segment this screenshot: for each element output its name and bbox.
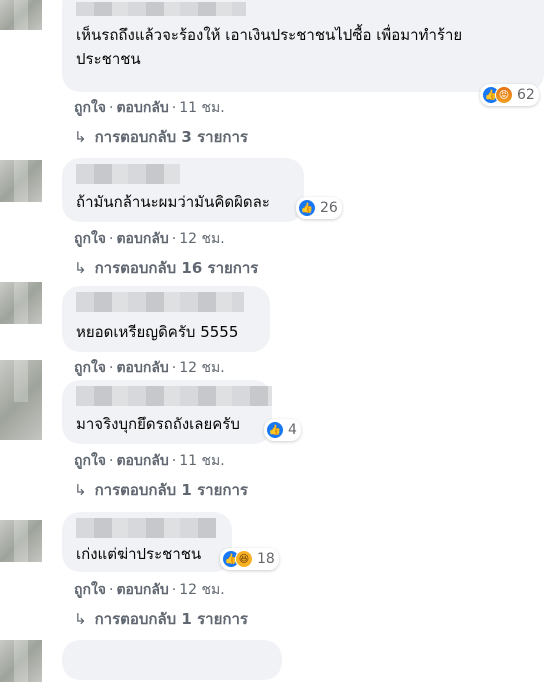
avatar[interactable] [0, 0, 42, 30]
avatar[interactable] [0, 160, 42, 202]
reply-arrow-icon: ↳ [74, 128, 87, 146]
timestamp[interactable]: 12 ชม. [179, 231, 224, 247]
avatar[interactable] [0, 520, 42, 562]
timestamp[interactable]: 12 ชม. [179, 582, 224, 598]
commenter-name-blurred[interactable] [76, 386, 272, 406]
like-icon: 👍 [266, 421, 284, 439]
timestamp[interactable]: 11 ชม. [179, 453, 224, 469]
reply-arrow-icon: ↳ [74, 259, 87, 277]
view-replies-link[interactable]: ↳ การตอบกลับ 1 รายการ [74, 607, 248, 631]
reply-link[interactable]: ตอบกลับ [116, 231, 168, 247]
like-link[interactable]: ถูกใจ [74, 100, 106, 116]
reaction-summary[interactable]: 👍 26 [296, 197, 342, 219]
haha-icon: 😆 [235, 550, 253, 568]
comment-bubble: เห็นรถถึงแล้วจะร้องให้ เอาเงินประชาชนไปซ… [62, 0, 544, 92]
reaction-summary[interactable]: 👍 4 [264, 419, 301, 441]
reaction-count: 62 [517, 87, 535, 103]
commenter-name-blurred[interactable] [76, 292, 244, 312]
like-link[interactable]: ถูกใจ [74, 582, 106, 598]
commenter-name-blurred[interactable] [76, 164, 180, 184]
comment-text: ถ้ามันกล้านะผมว่ามันคิดผิดละ [76, 193, 270, 211]
comment-bubble [62, 640, 282, 680]
comment-actions: ถูกใจ · ตอบกลับ · 11 ชม. [74, 100, 225, 116]
comment-text: เก่งแต่ฆ่าประชาชน [76, 545, 202, 563]
reply-link[interactable]: ตอบกลับ [116, 582, 168, 598]
reply-link[interactable]: ตอบกลับ [116, 453, 168, 469]
comment-bubble: เก่งแต่ฆ่าประชาชน [62, 512, 232, 572]
comment-bubble: มาจริงบุกยึดรถถังเลยครับ [62, 380, 272, 444]
comment-text: หยอดเหรียญดิครับ 5555 [76, 323, 239, 341]
comment-actions: ถูกใจ · ตอบกลับ · 11 ชม. [74, 453, 225, 469]
like-icon: 👍 [298, 199, 316, 217]
reply-arrow-icon: ↳ [74, 481, 87, 499]
commenter-name-blurred[interactable] [76, 518, 216, 538]
like-link[interactable]: ถูกใจ [74, 231, 106, 247]
avatar[interactable] [0, 282, 42, 324]
reply-arrow-icon: ↳ [74, 610, 87, 628]
reaction-count: 18 [257, 551, 275, 567]
view-replies-link[interactable]: ↳ การตอบกลับ 1 รายการ [74, 478, 248, 502]
timestamp[interactable]: 12 ชม. [179, 360, 224, 376]
reaction-summary[interactable]: 👍 😆 18 [220, 548, 279, 570]
view-replies-link[interactable]: ↳ การตอบกลับ 3 รายการ [74, 125, 248, 149]
like-link[interactable]: ถูกใจ [74, 453, 106, 469]
comment-bubble: หยอดเหรียญดิครับ 5555 [62, 286, 270, 352]
comment-actions: ถูกใจ · ตอบกลับ · 12 ชม. [74, 231, 225, 247]
angry-icon: 😡 [495, 86, 513, 104]
reaction-count: 26 [320, 200, 338, 216]
comment-actions: ถูกใจ · ตอบกลับ · 12 ชม. [74, 582, 225, 598]
avatar[interactable] [0, 640, 42, 682]
comment-text: เห็นรถถึงแล้วจะร้องให้ เอาเงินประชาชนไปซ… [76, 26, 463, 68]
comment-text: มาจริงบุกยึดรถถังเลยครับ [76, 415, 240, 433]
timestamp[interactable]: 11 ชม. [179, 100, 224, 116]
comment-bubble: ถ้ามันกล้านะผมว่ามันคิดผิดละ [62, 158, 304, 222]
view-replies-link[interactable]: ↳ การตอบกลับ 16 รายการ [74, 256, 258, 280]
reaction-count: 4 [288, 422, 297, 438]
reply-link[interactable]: ตอบกลับ [116, 360, 168, 376]
reaction-summary[interactable]: 👍 😡 62 [480, 84, 539, 106]
commenter-name-blurred[interactable] [76, 2, 246, 16]
comment-actions: ถูกใจ · ตอบกลับ · 12 ชม. [74, 360, 225, 376]
avatar[interactable] [0, 360, 42, 440]
reply-link[interactable]: ตอบกลับ [116, 100, 168, 116]
like-link[interactable]: ถูกใจ [74, 360, 106, 376]
